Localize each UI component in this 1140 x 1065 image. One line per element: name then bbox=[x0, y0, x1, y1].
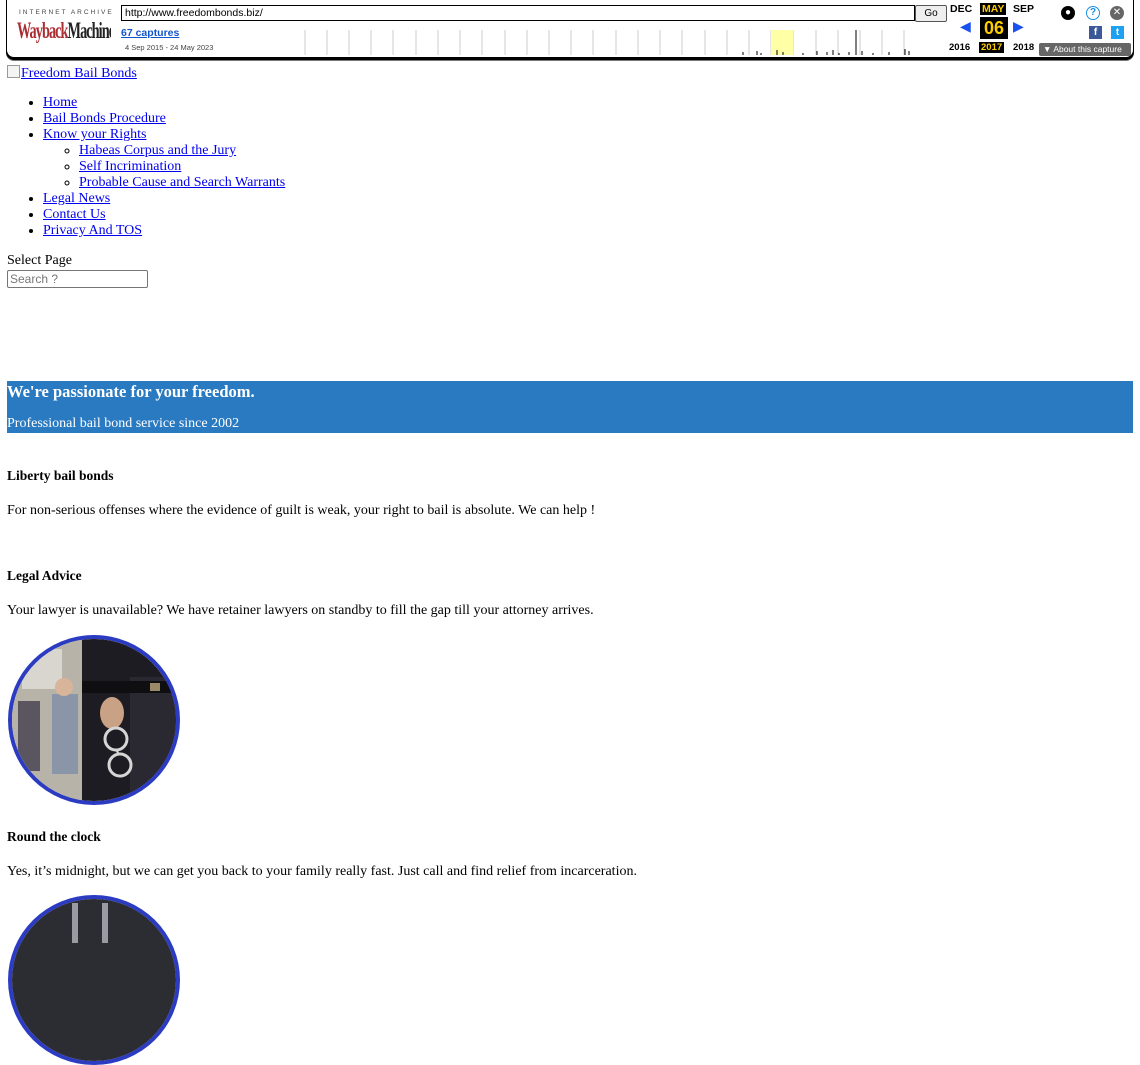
current-month: MAY bbox=[980, 3, 1007, 15]
about-capture-label: About this capture bbox=[1053, 44, 1122, 54]
nav-link-self-incrimination[interactable]: Self Incrimination bbox=[79, 159, 181, 174]
nav-link-rights[interactable]: Know your Rights bbox=[43, 127, 146, 142]
nav-link-privacy[interactable]: Privacy And TOS bbox=[43, 223, 142, 238]
nav-item-legal-news: Legal News bbox=[43, 191, 285, 207]
next-year-link[interactable]: 2018 bbox=[1013, 42, 1034, 53]
next-capture-arrow-icon[interactable]: ▶ bbox=[1013, 18, 1024, 35]
close-icon[interactable]: ✕ bbox=[1110, 6, 1124, 20]
feature-text-legal-advice: Your lawyer is unavailable? We have reta… bbox=[7, 603, 594, 618]
site-logo-link[interactable]: Freedom Bail Bonds bbox=[21, 66, 137, 81]
feature-text-round-the-clock: Yes, it’s midnight, but we can get you b… bbox=[7, 864, 637, 879]
dropdown-triangle-icon: ▼ bbox=[1043, 44, 1054, 54]
site-logo[interactable]: Freedom Bail Bonds bbox=[7, 65, 137, 82]
facebook-icon[interactable]: f bbox=[1089, 26, 1102, 39]
nav-item-probable-cause: Probable Cause and Search Warrants bbox=[79, 175, 285, 191]
prev-month-link[interactable]: DEC bbox=[950, 3, 972, 15]
about-capture-button[interactable]: ▼ About this capture bbox=[1039, 43, 1131, 56]
handcuffs-officer-photo bbox=[8, 635, 180, 805]
wayback-url-input[interactable]: http://www.freedombonds.biz/ bbox=[121, 5, 915, 21]
nav-item-procedure: Bail Bonds Procedure bbox=[43, 111, 285, 127]
prev-year-link[interactable]: 2016 bbox=[949, 42, 970, 53]
nav-link-habeas[interactable]: Habeas Corpus and the Jury bbox=[79, 143, 236, 158]
current-day: 06 bbox=[980, 17, 1008, 39]
wayback-logo-part2: Machine bbox=[67, 18, 111, 43]
prev-capture-arrow-icon[interactable]: ◀ bbox=[960, 18, 971, 35]
next-feature-photo bbox=[8, 895, 180, 1065]
feature-text-liberty: For non-serious offenses where the evide… bbox=[7, 503, 596, 518]
nav-item-rights: Know your Rights Habeas Corpus and the J… bbox=[43, 127, 285, 191]
captures-link[interactable]: 67 captures bbox=[121, 27, 179, 39]
main-navigation: Home Bail Bonds Procedure Know your Righ… bbox=[7, 95, 285, 239]
rights-submenu: Habeas Corpus and the Jury Self Incrimin… bbox=[43, 143, 285, 191]
nav-link-home[interactable]: Home bbox=[43, 95, 77, 110]
nav-item-contact: Contact Us bbox=[43, 207, 285, 223]
nav-link-probable-cause[interactable]: Probable Cause and Search Warrants bbox=[79, 175, 285, 190]
hero-heading: We're passionate for your freedom. bbox=[7, 382, 255, 401]
twitter-icon[interactable]: t bbox=[1111, 26, 1124, 39]
nav-link-contact[interactable]: Contact Us bbox=[43, 207, 106, 222]
feature-title-round-the-clock: Round the clock bbox=[7, 829, 101, 844]
wayback-toolbar: INTERNET ARCHIVE WaybackMachine http://w… bbox=[6, 0, 1134, 58]
next-month-link[interactable]: SEP bbox=[1013, 3, 1034, 15]
go-button[interactable]: Go bbox=[915, 5, 947, 22]
help-icon[interactable]: ? bbox=[1086, 6, 1100, 20]
user-account-icon[interactable]: ● bbox=[1061, 6, 1075, 20]
select-page-label: Select Page bbox=[7, 253, 72, 268]
nav-item-self-incrimination: Self Incrimination bbox=[79, 159, 285, 175]
feature-title-legal-advice: Legal Advice bbox=[7, 568, 82, 583]
wayback-logo-part1: Wayback bbox=[17, 18, 68, 43]
nav-link-legal-news[interactable]: Legal News bbox=[43, 191, 110, 206]
nav-item-home: Home bbox=[43, 95, 285, 111]
nav-link-procedure[interactable]: Bail Bonds Procedure bbox=[43, 111, 166, 126]
hero-subheading: Professional bail bond service since 200… bbox=[7, 416, 240, 431]
internet-archive-label: INTERNET ARCHIVE bbox=[19, 9, 114, 16]
feature-title-liberty: Liberty bail bonds bbox=[7, 468, 114, 483]
nav-item-habeas: Habeas Corpus and the Jury bbox=[79, 143, 285, 159]
current-year: 2017 bbox=[979, 42, 1005, 53]
hero-banner: We're passionate for your freedom. Profe… bbox=[7, 381, 1133, 433]
broken-image-icon bbox=[7, 65, 20, 78]
search-input[interactable]: Search ? bbox=[7, 270, 148, 288]
nav-item-privacy: Privacy And TOS bbox=[43, 223, 285, 239]
capture-date-range: 4 Sep 2015 - 24 May 2023 bbox=[125, 43, 214, 52]
wayback-logo[interactable]: WaybackMachine bbox=[17, 18, 111, 44]
capture-sparkline[interactable] bbox=[299, 30, 911, 55]
